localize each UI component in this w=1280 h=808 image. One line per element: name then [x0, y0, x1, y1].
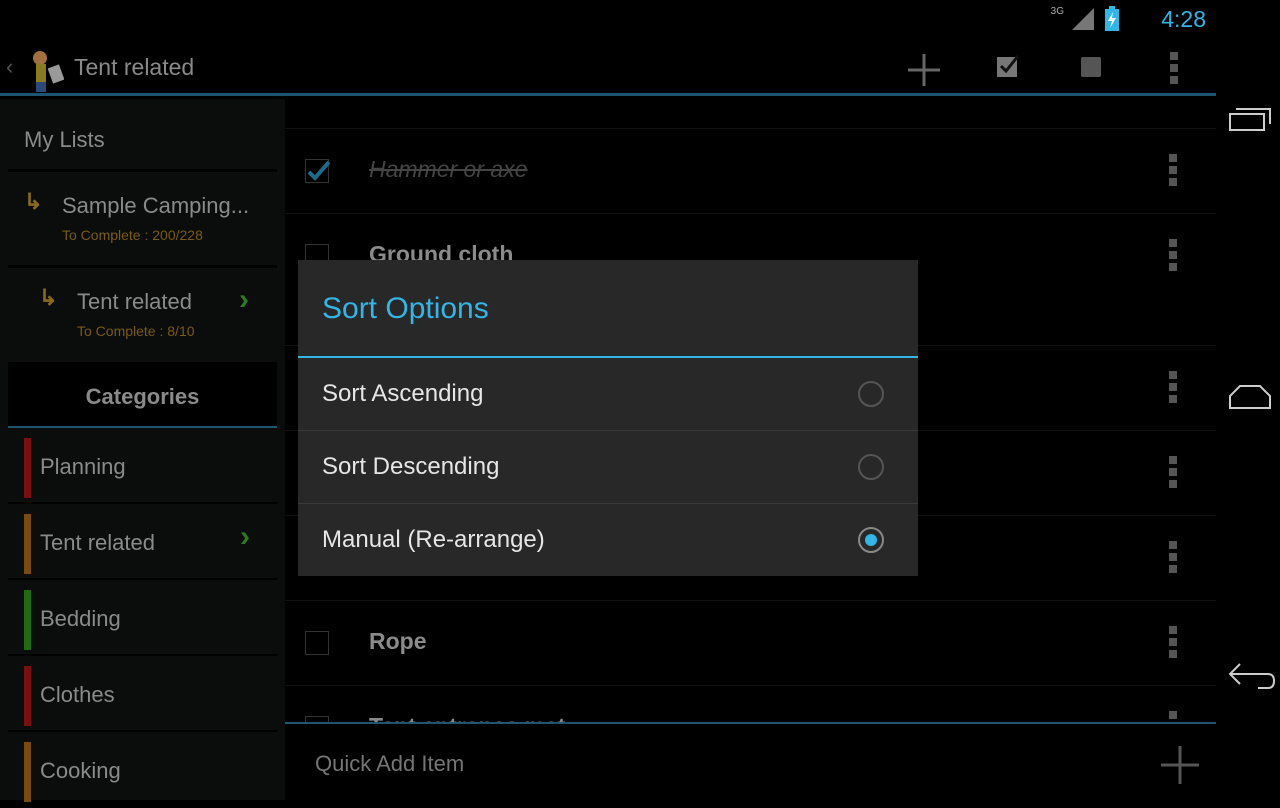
home-icon[interactable]	[1228, 384, 1272, 410]
selected-chevron-icon: ›	[240, 520, 250, 553]
category-color-bar	[24, 666, 31, 726]
item-name: Hammer or axe	[369, 156, 528, 182]
item-menu-icon[interactable]	[1169, 626, 1177, 658]
item-name: Tent entrance mat	[369, 713, 565, 722]
item-name: Rope	[369, 628, 427, 654]
category-color-bar	[24, 742, 31, 802]
item-menu-icon[interactable]	[1169, 456, 1177, 488]
list-entry-sample-camping[interactable]: ↳ Sample Camping... To Complete : 200/228	[24, 189, 250, 243]
list-progress: To Complete : 8/10	[77, 323, 195, 339]
categories-header: Categories	[8, 362, 277, 428]
quick-add-input[interactable]	[315, 744, 1135, 784]
sort-option-label: Sort Descending	[322, 453, 500, 480]
uncheck-all-icon[interactable]	[1080, 56, 1102, 78]
sort-option-label: Sort Ascending	[322, 380, 484, 407]
category-label: Cooking	[40, 758, 121, 783]
category-item[interactable]: Clothes	[8, 658, 277, 732]
category-color-bar	[24, 590, 31, 650]
recent-apps-icon[interactable]	[1228, 106, 1272, 132]
category-item[interactable]: Bedding	[8, 582, 277, 656]
category-label: Bedding	[40, 606, 121, 631]
radio-button[interactable]	[858, 527, 884, 553]
category-color-bar	[24, 438, 31, 498]
radio-button[interactable]	[858, 381, 884, 407]
status-bar: 3G 4:28	[0, 0, 1216, 40]
signal-icon	[1072, 8, 1094, 30]
list-item[interactable]: Rope	[285, 600, 1216, 685]
up-chevron-icon[interactable]: ‹	[6, 54, 13, 80]
sort-option[interactable]: Sort Descending	[298, 431, 918, 504]
category-color-bar	[24, 514, 31, 574]
list-item[interactable]: Hammer or axe	[285, 128, 1216, 213]
overflow-menu-icon[interactable]	[1170, 52, 1178, 84]
add-icon[interactable]	[906, 52, 942, 88]
sort-option[interactable]: Manual (Re-arrange)	[298, 504, 918, 577]
my-lists-heading: My Lists	[24, 127, 105, 152]
radio-button[interactable]	[858, 454, 884, 480]
sublist-arrow-icon: ↳	[39, 285, 58, 310]
list-item[interactable]: Tent entrance mat	[285, 685, 1216, 722]
sort-option[interactable]: Sort Ascending	[298, 358, 918, 431]
action-bar: ‹ Tent related	[0, 40, 1216, 96]
clock: 4:28	[1161, 6, 1206, 32]
list-entry-tent-related[interactable]: ↳ Tent related To Complete : 8/10 ›	[39, 283, 269, 339]
item-checkbox[interactable]	[305, 159, 331, 183]
system-nav-bar	[1216, 0, 1280, 800]
category-item[interactable]: Tent related ›	[8, 506, 277, 580]
quick-add-bar	[285, 722, 1216, 800]
list-progress: To Complete : 200/228	[62, 227, 203, 243]
category-item[interactable]: Cooking	[8, 734, 277, 808]
item-checkbox[interactable]	[305, 631, 329, 655]
sublist-arrow-icon: ↳	[24, 189, 43, 214]
sidebar: My Lists ↳ Sample Camping... To Complete …	[0, 99, 285, 808]
category-label: Clothes	[40, 682, 115, 707]
item-menu-icon[interactable]	[1169, 154, 1177, 186]
battery-charging-icon	[1105, 6, 1119, 31]
item-menu-icon[interactable]	[1169, 371, 1177, 403]
list-name: Sample Camping...	[62, 193, 250, 218]
dialog-title: Sort Options	[298, 260, 918, 358]
category-label: Tent related	[40, 530, 155, 555]
network-type: 3G	[1050, 6, 1064, 17]
checkmark-icon	[307, 160, 331, 181]
selected-chevron-icon: ›	[239, 283, 249, 316]
quick-add-icon[interactable]	[1161, 746, 1199, 784]
page-title: Tent related	[74, 54, 195, 80]
sort-option-label: Manual (Re-arrange)	[322, 526, 545, 553]
back-icon[interactable]	[1228, 662, 1276, 690]
item-menu-icon[interactable]	[1169, 541, 1177, 573]
item-menu-icon[interactable]	[1169, 711, 1177, 722]
category-label: Planning	[40, 454, 126, 479]
check-all-icon[interactable]	[996, 54, 1020, 78]
item-menu-icon[interactable]	[1169, 239, 1177, 271]
sort-options-dialog: Sort Options Sort Ascending Sort Descendi…	[298, 260, 918, 576]
app-logo[interactable]	[22, 44, 64, 92]
category-item[interactable]: Planning	[8, 430, 277, 504]
